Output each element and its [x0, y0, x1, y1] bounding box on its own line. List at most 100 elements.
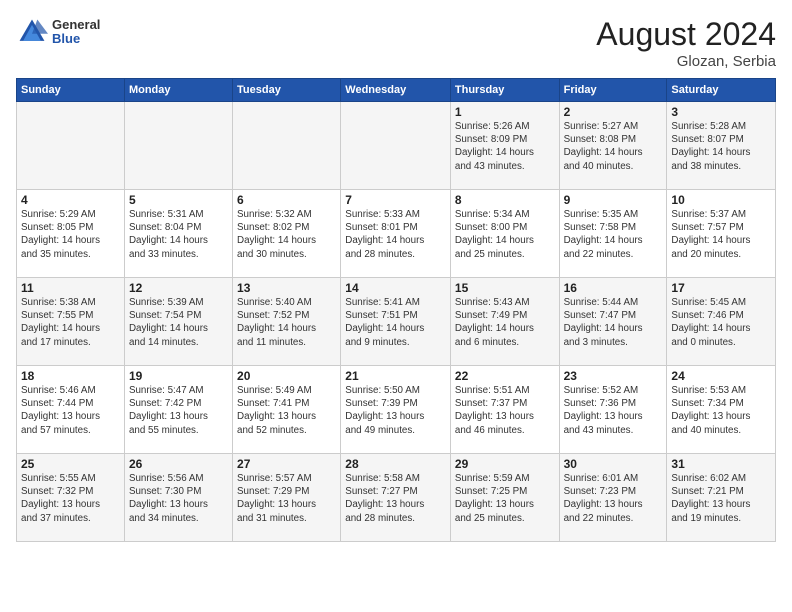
day-number: 17	[671, 281, 771, 295]
table-row: 31Sunrise: 6:02 AM Sunset: 7:21 PM Dayli…	[667, 454, 776, 542]
table-row	[341, 102, 451, 190]
day-info: Sunrise: 5:26 AM Sunset: 8:09 PM Dayligh…	[455, 120, 555, 173]
col-sunday: Sunday	[17, 79, 125, 102]
day-number: 23	[564, 369, 663, 383]
day-number: 29	[455, 457, 555, 471]
col-friday: Friday	[559, 79, 667, 102]
col-monday: Monday	[124, 79, 232, 102]
table-row: 20Sunrise: 5:49 AM Sunset: 7:41 PM Dayli…	[233, 366, 341, 454]
table-row: 9Sunrise: 5:35 AM Sunset: 7:58 PM Daylig…	[559, 190, 667, 278]
day-number: 21	[345, 369, 446, 383]
day-info: Sunrise: 5:51 AM Sunset: 7:37 PM Dayligh…	[455, 384, 555, 437]
day-number: 9	[564, 193, 663, 207]
table-row	[233, 102, 341, 190]
logo-icon	[16, 16, 48, 48]
day-number: 3	[671, 105, 771, 119]
day-info: Sunrise: 5:31 AM Sunset: 8:04 PM Dayligh…	[129, 208, 228, 261]
day-info: Sunrise: 5:41 AM Sunset: 7:51 PM Dayligh…	[345, 296, 446, 349]
day-info: Sunrise: 5:58 AM Sunset: 7:27 PM Dayligh…	[345, 472, 446, 525]
day-number: 20	[237, 369, 336, 383]
table-row: 7Sunrise: 5:33 AM Sunset: 8:01 PM Daylig…	[341, 190, 451, 278]
table-row: 13Sunrise: 5:40 AM Sunset: 7:52 PM Dayli…	[233, 278, 341, 366]
day-info: Sunrise: 5:55 AM Sunset: 7:32 PM Dayligh…	[21, 472, 120, 525]
day-info: Sunrise: 5:35 AM Sunset: 7:58 PM Dayligh…	[564, 208, 663, 261]
day-info: Sunrise: 5:27 AM Sunset: 8:08 PM Dayligh…	[564, 120, 663, 173]
table-row: 8Sunrise: 5:34 AM Sunset: 8:00 PM Daylig…	[450, 190, 559, 278]
table-row: 11Sunrise: 5:38 AM Sunset: 7:55 PM Dayli…	[17, 278, 125, 366]
table-row: 26Sunrise: 5:56 AM Sunset: 7:30 PM Dayli…	[124, 454, 232, 542]
day-info: Sunrise: 5:53 AM Sunset: 7:34 PM Dayligh…	[671, 384, 771, 437]
title-block: August 2024 Glozan, Serbia	[596, 16, 776, 70]
table-row: 6Sunrise: 5:32 AM Sunset: 8:02 PM Daylig…	[233, 190, 341, 278]
logo-text: General Blue	[52, 18, 100, 47]
table-row: 14Sunrise: 5:41 AM Sunset: 7:51 PM Dayli…	[341, 278, 451, 366]
day-number: 2	[564, 105, 663, 119]
table-row: 18Sunrise: 5:46 AM Sunset: 7:44 PM Dayli…	[17, 366, 125, 454]
table-row: 21Sunrise: 5:50 AM Sunset: 7:39 PM Dayli…	[341, 366, 451, 454]
calendar-header-row: Sunday Monday Tuesday Wednesday Thursday…	[17, 79, 776, 102]
day-number: 15	[455, 281, 555, 295]
table-row: 16Sunrise: 5:44 AM Sunset: 7:47 PM Dayli…	[559, 278, 667, 366]
day-number: 7	[345, 193, 446, 207]
table-row: 28Sunrise: 5:58 AM Sunset: 7:27 PM Dayli…	[341, 454, 451, 542]
table-row: 4Sunrise: 5:29 AM Sunset: 8:05 PM Daylig…	[17, 190, 125, 278]
day-number: 26	[129, 457, 228, 471]
table-row: 27Sunrise: 5:57 AM Sunset: 7:29 PM Dayli…	[233, 454, 341, 542]
day-info: Sunrise: 5:56 AM Sunset: 7:30 PM Dayligh…	[129, 472, 228, 525]
day-info: Sunrise: 5:57 AM Sunset: 7:29 PM Dayligh…	[237, 472, 336, 525]
table-row: 29Sunrise: 5:59 AM Sunset: 7:25 PM Dayli…	[450, 454, 559, 542]
day-info: Sunrise: 5:29 AM Sunset: 8:05 PM Dayligh…	[21, 208, 120, 261]
table-row: 12Sunrise: 5:39 AM Sunset: 7:54 PM Dayli…	[124, 278, 232, 366]
day-number: 24	[671, 369, 771, 383]
table-row: 3Sunrise: 5:28 AM Sunset: 8:07 PM Daylig…	[667, 102, 776, 190]
location-subtitle: Glozan, Serbia	[596, 53, 776, 70]
col-thursday: Thursday	[450, 79, 559, 102]
table-row: 25Sunrise: 5:55 AM Sunset: 7:32 PM Dayli…	[17, 454, 125, 542]
day-info: Sunrise: 6:01 AM Sunset: 7:23 PM Dayligh…	[564, 472, 663, 525]
day-info: Sunrise: 6:02 AM Sunset: 7:21 PM Dayligh…	[671, 472, 771, 525]
day-info: Sunrise: 5:43 AM Sunset: 7:49 PM Dayligh…	[455, 296, 555, 349]
table-row: 17Sunrise: 5:45 AM Sunset: 7:46 PM Dayli…	[667, 278, 776, 366]
day-number: 1	[455, 105, 555, 119]
day-number: 19	[129, 369, 228, 383]
table-row: 1Sunrise: 5:26 AM Sunset: 8:09 PM Daylig…	[450, 102, 559, 190]
day-number: 13	[237, 281, 336, 295]
table-row: 24Sunrise: 5:53 AM Sunset: 7:34 PM Dayli…	[667, 366, 776, 454]
day-number: 27	[237, 457, 336, 471]
day-number: 6	[237, 193, 336, 207]
col-saturday: Saturday	[667, 79, 776, 102]
day-info: Sunrise: 5:34 AM Sunset: 8:00 PM Dayligh…	[455, 208, 555, 261]
day-info: Sunrise: 5:32 AM Sunset: 8:02 PM Dayligh…	[237, 208, 336, 261]
day-info: Sunrise: 5:44 AM Sunset: 7:47 PM Dayligh…	[564, 296, 663, 349]
table-row: 15Sunrise: 5:43 AM Sunset: 7:49 PM Dayli…	[450, 278, 559, 366]
calendar-week-row: 4Sunrise: 5:29 AM Sunset: 8:05 PM Daylig…	[17, 190, 776, 278]
table-row	[17, 102, 125, 190]
day-info: Sunrise: 5:50 AM Sunset: 7:39 PM Dayligh…	[345, 384, 446, 437]
day-info: Sunrise: 5:49 AM Sunset: 7:41 PM Dayligh…	[237, 384, 336, 437]
day-number: 25	[21, 457, 120, 471]
calendar-week-row: 1Sunrise: 5:26 AM Sunset: 8:09 PM Daylig…	[17, 102, 776, 190]
day-info: Sunrise: 5:52 AM Sunset: 7:36 PM Dayligh…	[564, 384, 663, 437]
calendar-week-row: 18Sunrise: 5:46 AM Sunset: 7:44 PM Dayli…	[17, 366, 776, 454]
logo: General Blue	[16, 16, 100, 48]
col-tuesday: Tuesday	[233, 79, 341, 102]
day-number: 31	[671, 457, 771, 471]
table-row: 22Sunrise: 5:51 AM Sunset: 7:37 PM Dayli…	[450, 366, 559, 454]
day-number: 12	[129, 281, 228, 295]
logo-blue-text: Blue	[52, 32, 100, 46]
day-info: Sunrise: 5:33 AM Sunset: 8:01 PM Dayligh…	[345, 208, 446, 261]
day-number: 11	[21, 281, 120, 295]
day-info: Sunrise: 5:46 AM Sunset: 7:44 PM Dayligh…	[21, 384, 120, 437]
calendar-week-row: 11Sunrise: 5:38 AM Sunset: 7:55 PM Dayli…	[17, 278, 776, 366]
page-header: General Blue August 2024 Glozan, Serbia	[16, 16, 776, 70]
day-info: Sunrise: 5:28 AM Sunset: 8:07 PM Dayligh…	[671, 120, 771, 173]
table-row: 19Sunrise: 5:47 AM Sunset: 7:42 PM Dayli…	[124, 366, 232, 454]
calendar-week-row: 25Sunrise: 5:55 AM Sunset: 7:32 PM Dayli…	[17, 454, 776, 542]
table-row: 10Sunrise: 5:37 AM Sunset: 7:57 PM Dayli…	[667, 190, 776, 278]
day-number: 4	[21, 193, 120, 207]
day-number: 30	[564, 457, 663, 471]
day-info: Sunrise: 5:47 AM Sunset: 7:42 PM Dayligh…	[129, 384, 228, 437]
day-info: Sunrise: 5:37 AM Sunset: 7:57 PM Dayligh…	[671, 208, 771, 261]
table-row: 23Sunrise: 5:52 AM Sunset: 7:36 PM Dayli…	[559, 366, 667, 454]
table-row: 2Sunrise: 5:27 AM Sunset: 8:08 PM Daylig…	[559, 102, 667, 190]
